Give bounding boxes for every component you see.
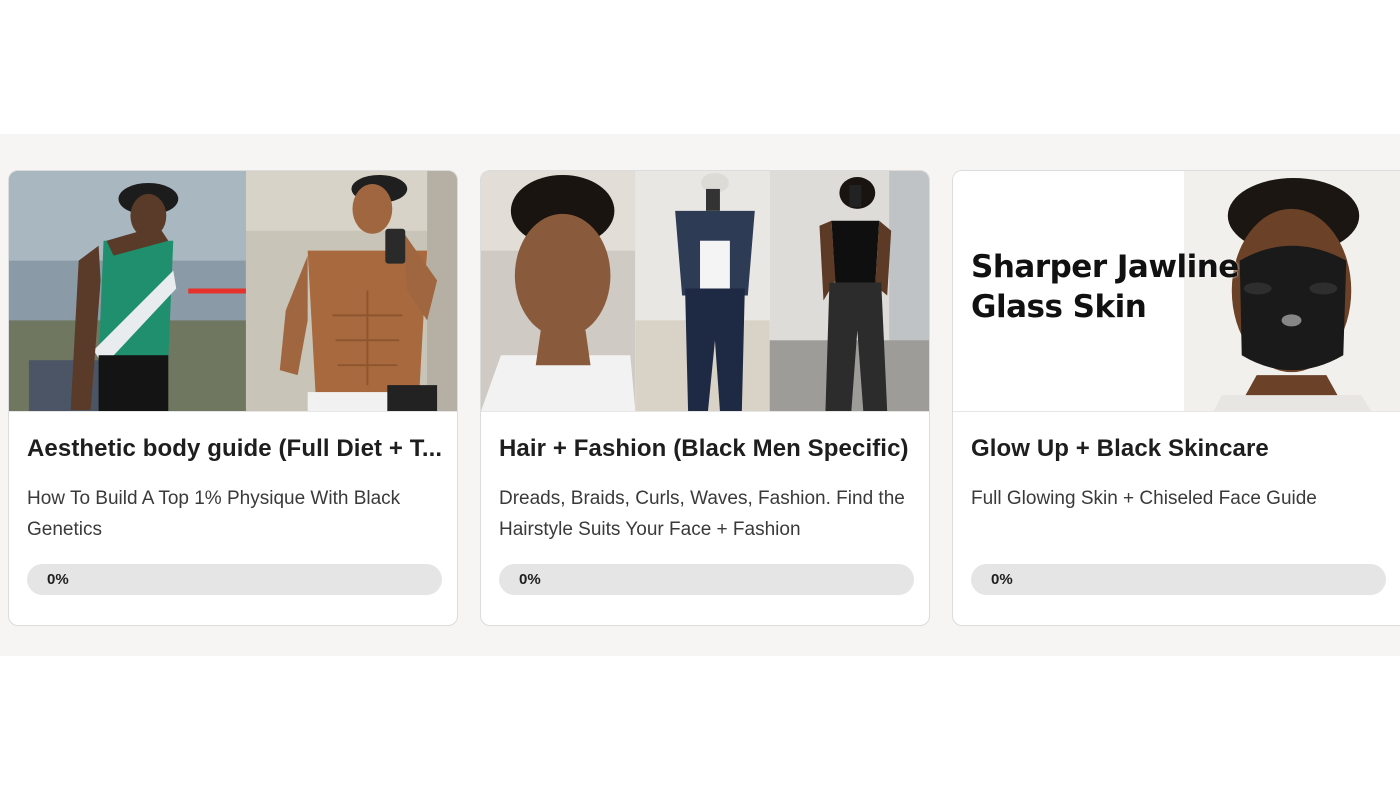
course-card-hair-fashion[interactable]: Hair + Fashion (Black Men Specific) Drea… <box>480 170 930 626</box>
thumbnail-caption: Sharper Jawline Glass Skin <box>971 247 1239 327</box>
progress-bar: 0% <box>27 564 442 595</box>
course-card-aesthetic-body[interactable]: Aesthetic body guide (Full Diet + T... H… <box>8 170 458 626</box>
course-title[interactable]: Hair + Fashion (Black Men Specific) <box>499 435 919 463</box>
thumbnail-caption-line2: Glass Skin <box>971 289 1147 325</box>
before-after-image <box>9 171 457 411</box>
progress-label: 0% <box>519 571 541 588</box>
course-title[interactable]: Aesthetic body guide (Full Diet + T... <box>27 435 447 463</box>
progress-bar: 0% <box>499 564 914 595</box>
course-description: How To Build A Top 1% Physique With Blac… <box>27 488 401 540</box>
course-description: Dreads, Braids, Curls, Waves, Fashion. F… <box>499 488 905 540</box>
course-thumbnail[interactable] <box>481 171 929 412</box>
thumbnail-caption-line1: Sharper Jawline <box>971 249 1239 285</box>
course-description: Full Glowing Skin + Chiseled Face Guide <box>971 488 1317 509</box>
course-thumbnail[interactable] <box>9 171 457 412</box>
progress-label: 0% <box>47 571 69 588</box>
progress-label: 0% <box>991 571 1013 588</box>
course-thumbnail[interactable]: Sharper Jawline Glass Skin <box>953 171 1400 412</box>
fashion-collage-image <box>481 171 929 411</box>
course-card-glow-up-skincare[interactable]: Sharper Jawline Glass Skin Glow Up + Bla… <box>952 170 1400 626</box>
progress-bar: 0% <box>971 564 1386 595</box>
course-title[interactable]: Glow Up + Black Skincare <box>971 435 1391 463</box>
